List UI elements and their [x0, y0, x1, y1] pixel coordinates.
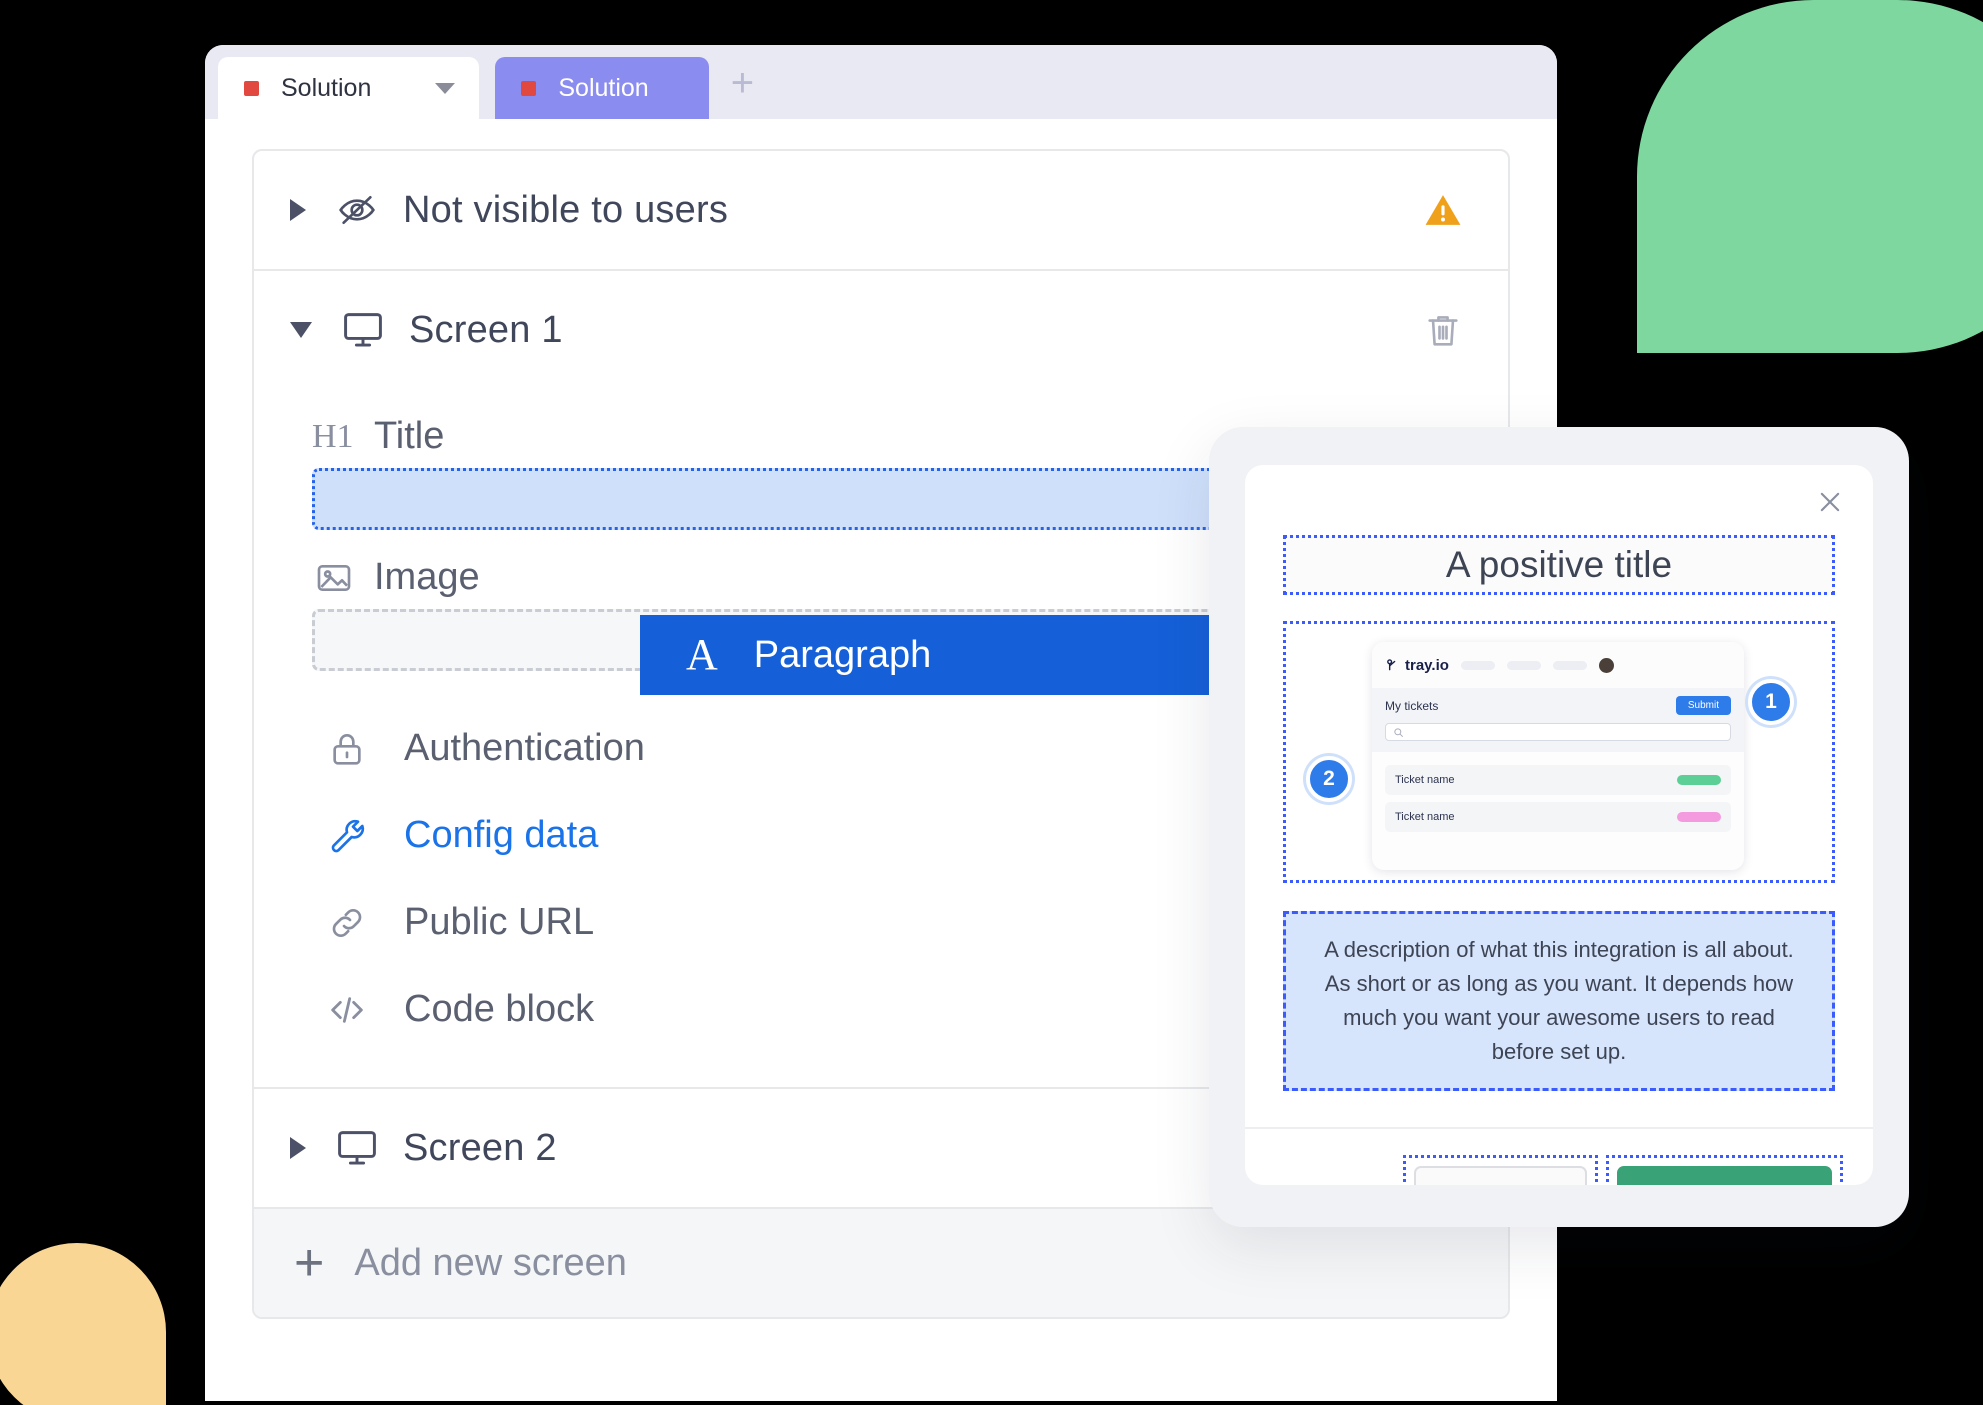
mock-heading: My tickets [1385, 698, 1439, 713]
chevron-down-icon[interactable] [435, 82, 456, 94]
decorative-green-blob [1637, 0, 1983, 353]
monitor-icon [339, 308, 387, 352]
section-header-not-visible[interactable]: Not visible to users [254, 151, 1508, 269]
menu-item-label: Public URL [404, 901, 595, 943]
status-badge [1677, 812, 1721, 822]
chevron-right-icon[interactable] [290, 1137, 306, 1159]
mock-submit-button[interactable]: Submit [1675, 696, 1731, 715]
mock-app-subheader: My tickets Submit [1372, 688, 1744, 752]
add-new-screen-label: Add new screen [354, 1241, 627, 1284]
tab-solution-2[interactable]: Solution [495, 57, 709, 119]
lets-do-this-button[interactable]: Let’s do this! [1617, 1166, 1832, 1185]
trash-icon[interactable] [1422, 308, 1464, 352]
chevron-right-icon[interactable] [290, 199, 306, 221]
mock-ticket-list: Ticket name Ticket name [1372, 752, 1744, 832]
avatar [1598, 657, 1614, 673]
mock-nav-pill [1460, 660, 1495, 670]
tray-io-logo: tray.io [1385, 657, 1449, 674]
close-icon[interactable] [1813, 485, 1847, 519]
plus-icon: + [294, 1234, 325, 1292]
mock-app-window: tray.io My tickets Submit Ticket name Ti… [1372, 642, 1744, 870]
menu-item-label: Authentication [404, 727, 645, 769]
annotation-badge-2: 2 [1306, 756, 1352, 802]
not-really-button[interactable]: Not really [1413, 1166, 1588, 1185]
solution-dot-icon [521, 80, 537, 96]
section-not-visible: Not visible to users [254, 151, 1508, 271]
mock-app-topbar: tray.io [1372, 642, 1744, 688]
list-item[interactable]: Ticket name [1385, 802, 1731, 832]
section-title: Screen 1 [409, 308, 563, 351]
monitor-icon [333, 1126, 381, 1170]
add-tab-button[interactable]: + [731, 63, 754, 103]
mock-nav-pill [1506, 660, 1541, 670]
mock-ticket-name: Ticket name [1395, 774, 1455, 786]
preview-title-field[interactable]: A positive title [1283, 535, 1835, 595]
image-icon [312, 558, 374, 598]
block-label: Title [374, 415, 445, 457]
status-badge [1677, 775, 1721, 785]
link-icon [324, 902, 370, 944]
secondary-button-wrapper: Not really [1402, 1155, 1599, 1185]
preview-action-row: Not really Let’s do this! [1245, 1129, 1873, 1185]
code-icon [324, 990, 370, 1030]
preview-description-field[interactable]: A description of what this integration i… [1283, 911, 1835, 1092]
wrench-icon [324, 815, 370, 857]
chevron-down-icon[interactable] [290, 322, 312, 338]
search-icon [1394, 727, 1403, 737]
list-item[interactable]: Ticket name [1385, 765, 1731, 795]
lock-icon [324, 728, 370, 770]
tab-solution-1[interactable]: Solution [218, 57, 480, 119]
menu-item-label: Code block [404, 988, 595, 1030]
tab-label: Solution [558, 73, 649, 102]
mock-search-input[interactable] [1385, 723, 1731, 741]
solution-dot-icon [244, 80, 259, 96]
text-paragraph-icon: A [686, 630, 718, 679]
mock-ticket-name: Ticket name [1395, 811, 1455, 823]
primary-button-wrapper: Let’s do this! [1606, 1155, 1843, 1185]
decorative-yellow-blob [0, 1243, 166, 1405]
mock-nav-pill [1552, 660, 1587, 670]
block-label: Image [374, 556, 480, 598]
warning-triangle-icon[interactable] [1422, 191, 1464, 229]
menu-item-label: Config data [404, 814, 599, 856]
tab-bar: Solution Solution + [205, 45, 1557, 119]
paragraph-option-label: Paragraph [753, 633, 932, 676]
annotation-badge-1: 1 [1748, 679, 1794, 725]
section-header-screen-1[interactable]: Screen 1 [254, 271, 1508, 389]
preview-description-text: A description of what this integration i… [1324, 937, 1794, 1065]
mock-subheader-row: My tickets Submit [1385, 696, 1731, 715]
preview-title-text: A positive title [1445, 544, 1673, 585]
tab-label: Solution [281, 73, 372, 102]
screenshot-stage: Solution Solution + Not visible to users… [0, 0, 1983, 1405]
preview-panel: A positive title tray.io My tickets Subm… [1209, 427, 1909, 1227]
section-title: Screen 2 [403, 1126, 557, 1169]
preview-image-field[interactable]: tray.io My tickets Submit Ticket name Ti… [1283, 621, 1835, 883]
heading-level-label: H1 [312, 417, 354, 455]
mock-brand-label: tray.io [1405, 656, 1449, 674]
preview-modal-card: A positive title tray.io My tickets Subm… [1245, 465, 1873, 1185]
section-title: Not visible to users [403, 188, 729, 231]
eye-off-icon [333, 190, 381, 230]
